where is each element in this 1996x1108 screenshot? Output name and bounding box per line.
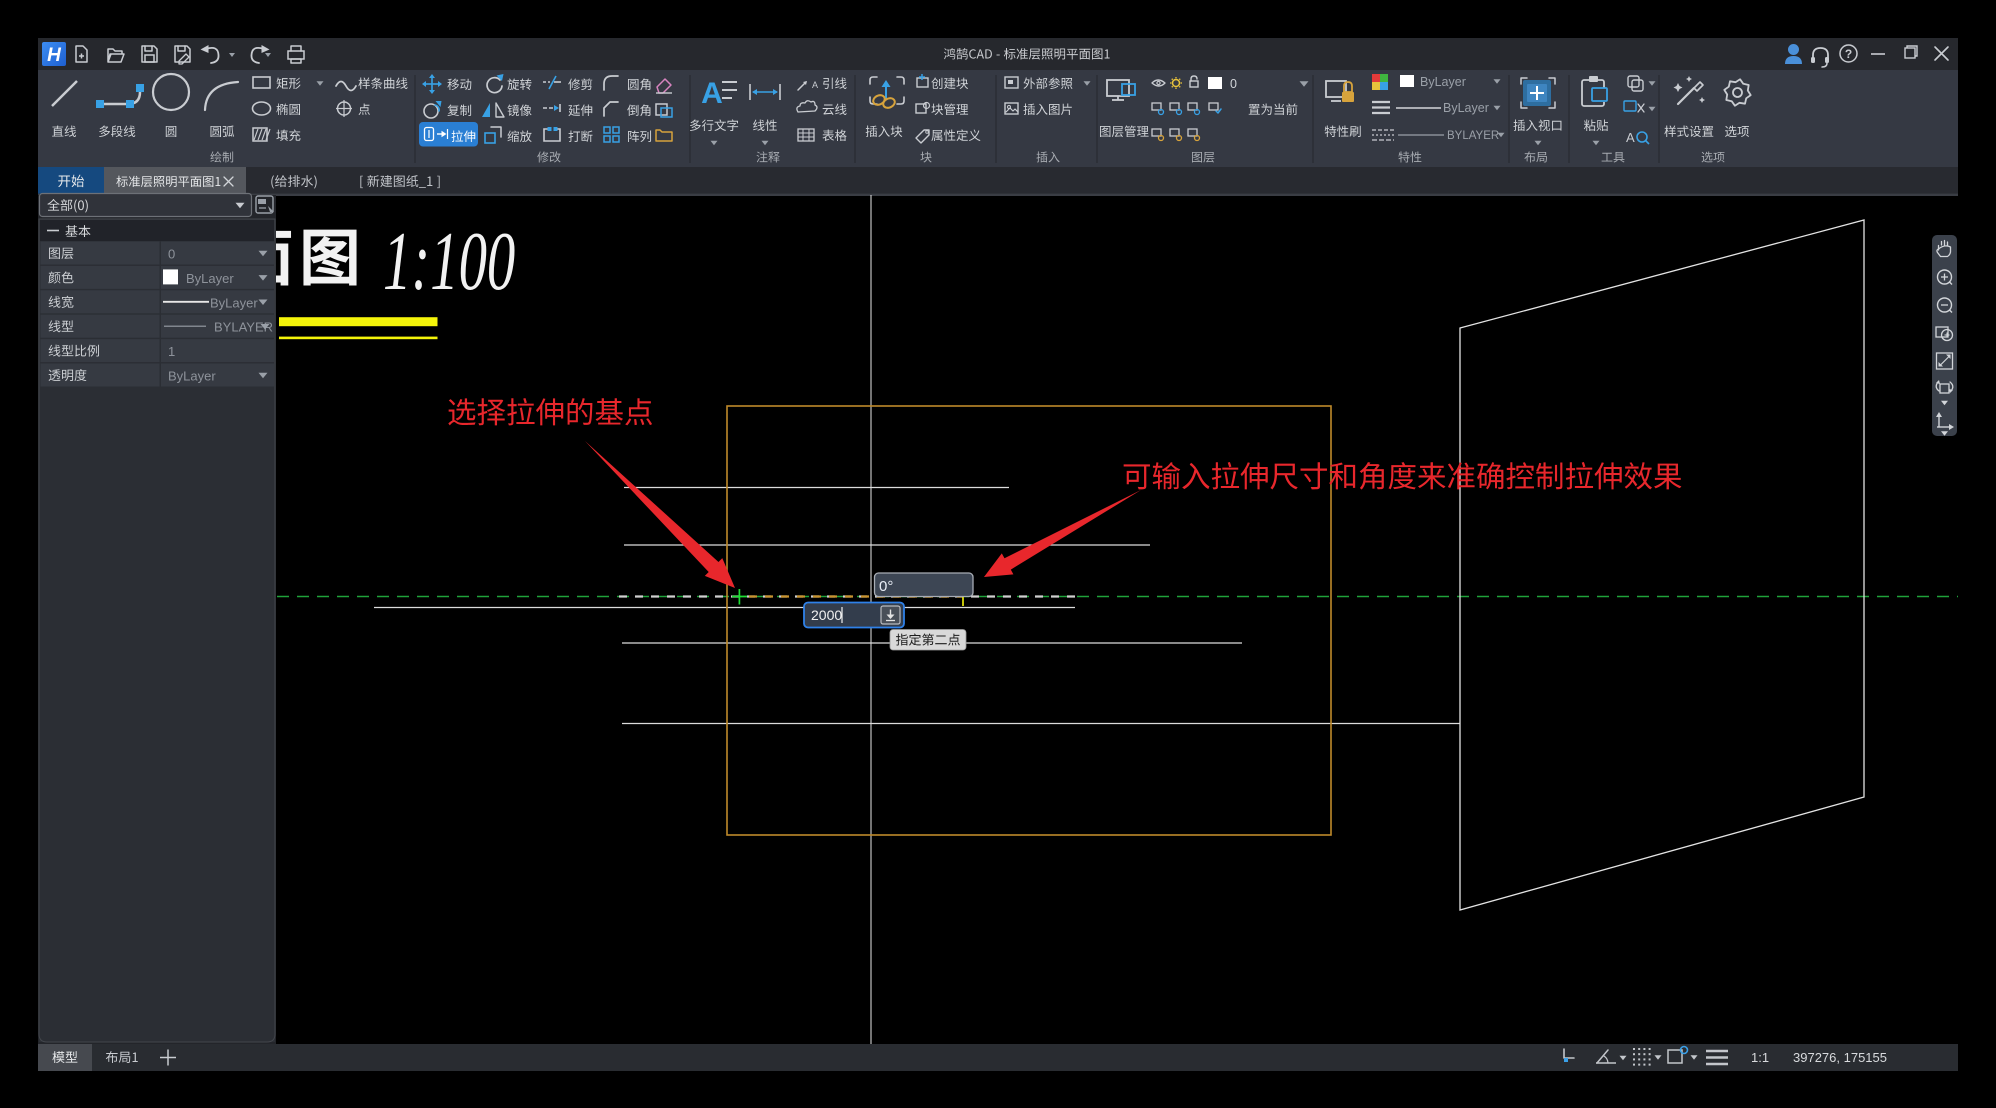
svg-text:1:100: 1:100 — [383, 214, 515, 308]
svg-text:0: 0 — [1230, 77, 1237, 91]
svg-text:ByLayer: ByLayer — [1443, 101, 1489, 115]
svg-text:BYLAYER: BYLAYER — [1447, 130, 1499, 142]
svg-text:ByLayer: ByLayer — [1420, 75, 1466, 89]
svg-text:2000: 2000 — [811, 607, 842, 623]
svg-text:A: A — [701, 77, 723, 110]
svg-text:0°: 0° — [879, 578, 893, 595]
svg-text:ByLayer: ByLayer — [210, 295, 258, 310]
svg-text:A: A — [812, 80, 818, 90]
svg-text:ByLayer: ByLayer — [186, 271, 234, 286]
svg-text:397276, 175155: 397276, 175155 — [1793, 1050, 1887, 1065]
svg-text:A: A — [1626, 130, 1635, 145]
svg-text:0: 0 — [168, 247, 175, 262]
svg-text:?: ? — [1845, 47, 1852, 61]
svg-text:ByLayer: ByLayer — [168, 369, 216, 384]
svg-text:H: H — [47, 45, 62, 66]
svg-text:1: 1 — [168, 344, 175, 359]
svg-text:1:1: 1:1 — [1751, 1050, 1769, 1065]
